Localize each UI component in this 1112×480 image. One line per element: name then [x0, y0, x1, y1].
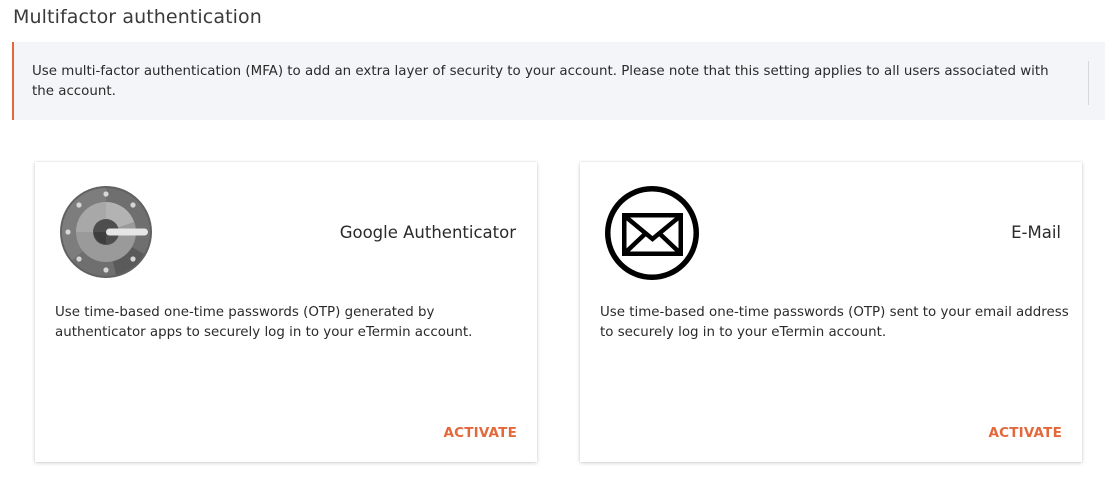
activate-google-authenticator-button[interactable]: ACTIVATE: [443, 425, 517, 441]
mfa-card-email: E-Mail Use time-based one-time passwords…: [580, 162, 1082, 462]
page-title: Multifactor authentication: [13, 6, 262, 28]
info-notice-text: Use multi-factor authentication (MFA) to…: [32, 64, 1049, 99]
envelope-icon: [603, 184, 703, 284]
method-description-google-authenticator: Use time-based one-time passwords (OTP) …: [55, 305, 473, 340]
info-notice: Use multi-factor authentication (MFA) to…: [12, 42, 1105, 120]
info-divider: [1088, 61, 1089, 105]
method-description-email: Use time-based one-time passwords (OTP) …: [600, 305, 1069, 340]
mfa-settings-page: Multifactor authentication Use multi-fac…: [0, 0, 1112, 480]
mfa-card-google-authenticator: Google Authenticator Use time-based one-…: [35, 162, 537, 462]
method-title-email: E-Mail: [1011, 223, 1061, 242]
google-authenticator-icon: [58, 184, 158, 284]
activate-email-button[interactable]: ACTIVATE: [988, 425, 1062, 441]
method-title-google-authenticator: Google Authenticator: [339, 223, 516, 242]
